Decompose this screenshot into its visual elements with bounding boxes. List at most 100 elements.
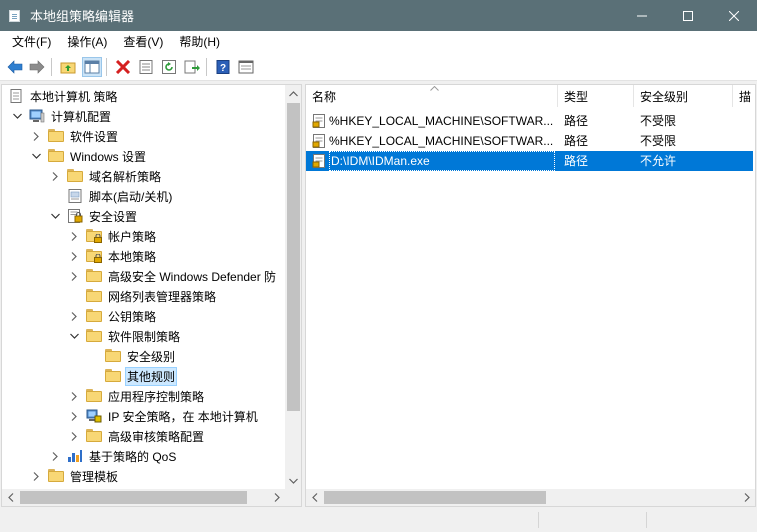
window-title: 本地组策略编辑器 [30, 9, 135, 24]
path-rule-icon [312, 134, 326, 148]
expand-chevron[interactable] [68, 430, 80, 442]
back-button[interactable] [5, 57, 25, 77]
column-header-security-level[interactable]: 安全级别 [634, 85, 733, 107]
scroll-thumb[interactable] [287, 103, 300, 411]
expand-chevron[interactable] [68, 230, 80, 242]
scroll-up-arrow[interactable] [285, 85, 301, 102]
expand-chevron[interactable] [68, 250, 80, 262]
expand-chevron[interactable] [30, 130, 42, 142]
tree-node[interactable]: Windows 设置 [30, 146, 148, 166]
collapse-chevron[interactable] [30, 150, 42, 162]
tree-node[interactable]: 公钥策略 [68, 306, 158, 326]
tree-node[interactable]: 应用程序控制策略 [68, 386, 206, 406]
tree-node[interactable]: 域名解析策略 [49, 166, 163, 186]
tree-node[interactable]: 帐户策略 [68, 226, 158, 246]
tree-node[interactable]: 基于策略的 QoS [49, 446, 178, 466]
expand-chevron[interactable] [68, 310, 80, 322]
tree-horizontal-scrollbar[interactable] [2, 489, 285, 506]
close-button[interactable] [711, 0, 757, 31]
chevron-left-icon [7, 493, 13, 502]
menu-file[interactable]: 文件(F) [4, 31, 59, 54]
tree-node[interactable]: 网络列表管理器策略 [68, 286, 218, 306]
tree-node[interactable]: 本地策略 [68, 246, 158, 266]
expand-chevron[interactable] [68, 410, 80, 422]
list-item[interactable]: D:\IDM\IDMan.exe 路径 不允许 [306, 151, 753, 171]
tree-node[interactable]: IP 安全策略，在 本地计算机 [68, 406, 260, 426]
rule-name: D:\IDM\IDMan.exe [329, 151, 555, 171]
help-button[interactable]: ? [213, 57, 233, 77]
collapse-chevron[interactable] [11, 110, 23, 122]
list-horizontal-scrollbar[interactable] [306, 489, 755, 506]
expand-chevron[interactable] [49, 450, 61, 462]
tree-node[interactable]: 安全级别 [87, 346, 177, 366]
collapse-chevron[interactable] [68, 330, 80, 342]
folder-icon [48, 469, 64, 483]
menu-view[interactable]: 查看(V) [115, 31, 171, 54]
rule-name: %HKEY_LOCAL_MACHINE\SOFTWAR... [329, 134, 554, 148]
show-hide-tree-icon [84, 60, 100, 74]
tree-node[interactable]: 高级安全 Windows Defender 防 [68, 266, 278, 286]
chevron-right-icon [744, 493, 750, 502]
chevron-right-icon [71, 251, 77, 261]
scroll-left-arrow[interactable] [2, 489, 19, 506]
folder-icon [86, 289, 102, 303]
column-header-name[interactable]: 名称 [306, 85, 558, 107]
tree-node[interactable]: 安全设置 [49, 206, 139, 226]
scroll-thumb[interactable] [324, 491, 546, 504]
list-item[interactable]: %HKEY_LOCAL_MACHINE\SOFTWAR... 路径 不受限 [306, 111, 753, 131]
view-button[interactable] [236, 57, 256, 77]
folder-icon [48, 129, 64, 143]
tree-node[interactable]: 脚本(启动/关机) [49, 186, 174, 206]
list-item[interactable]: %HKEY_LOCAL_MACHINE\SOFTWAR... 路径 不受限 [306, 131, 753, 151]
tree-node-label: 其他规则 [125, 366, 178, 386]
tree-node[interactable]: 其他规则 [87, 366, 178, 386]
column-header-description[interactable]: 描 [733, 85, 755, 107]
tree-pane[interactable]: 本地计算机 策略 计算机配置软件设置 Windows 设置 域名解析策略 脚本(启动/关… [1, 84, 302, 507]
script-icon [67, 189, 83, 203]
app-icon [9, 9, 23, 22]
scroll-down-arrow[interactable] [285, 472, 301, 489]
scroll-right-arrow[interactable] [268, 489, 285, 506]
scroll-thumb[interactable] [20, 491, 247, 504]
tree-node[interactable]: 计算机配置 [11, 106, 113, 126]
folder-icon [86, 429, 102, 443]
show-hide-tree-button[interactable] [82, 57, 102, 77]
export-list-button[interactable] [182, 57, 202, 77]
refresh-button[interactable] [159, 57, 179, 77]
menu-action[interactable]: 操作(A) [59, 31, 115, 54]
tree-node[interactable]: 软件限制策略 [68, 326, 182, 346]
tree-node-label: 软件设置 [70, 129, 119, 144]
expand-chevron[interactable] [49, 170, 61, 182]
tree-node[interactable]: 管理模板 [30, 466, 120, 486]
rule-security-level: 不允许 [640, 154, 677, 168]
expand-chevron[interactable] [68, 390, 80, 402]
title-bar[interactable]: 本地组策略编辑器 [0, 0, 757, 31]
rule-security-level: 不受限 [640, 134, 677, 148]
chevron-right-icon [71, 231, 77, 241]
menu-help[interactable]: 帮助(H) [171, 31, 228, 54]
expand-chevron[interactable] [68, 270, 80, 282]
up-level-button[interactable] [58, 57, 78, 77]
minimize-button[interactable] [619, 0, 665, 31]
scroll-left-arrow[interactable] [306, 489, 323, 506]
tree-vertical-scrollbar[interactable] [285, 85, 301, 489]
properties-button[interactable] [136, 57, 156, 77]
toolbar-separator [206, 58, 207, 76]
chevron-right-icon [33, 471, 39, 481]
column-header-type[interactable]: 类型 [558, 85, 634, 107]
maximize-button[interactable] [665, 0, 711, 31]
forward-button[interactable] [27, 57, 47, 77]
collapse-chevron[interactable] [49, 210, 61, 222]
tree-node[interactable]: 高级审核策略配置 [68, 426, 206, 446]
close-icon [729, 10, 739, 21]
chevron-up-icon [289, 90, 298, 96]
tree-node-label: 高级安全 Windows Defender 防 [108, 269, 277, 284]
rule-type: 路径 [564, 134, 589, 148]
status-bar [0, 508, 757, 532]
expand-chevron[interactable] [30, 470, 42, 482]
scroll-right-arrow[interactable] [738, 489, 755, 506]
tree-node[interactable]: 本地计算机 策略 [8, 86, 119, 106]
rules-list-pane[interactable]: 名称 类型 安全级别 描 %HKEY_LOCAL_MACHINE\SOFTWAR… [305, 84, 756, 507]
delete-button[interactable] [113, 57, 133, 77]
tree-node[interactable]: 软件设置 [30, 126, 120, 146]
